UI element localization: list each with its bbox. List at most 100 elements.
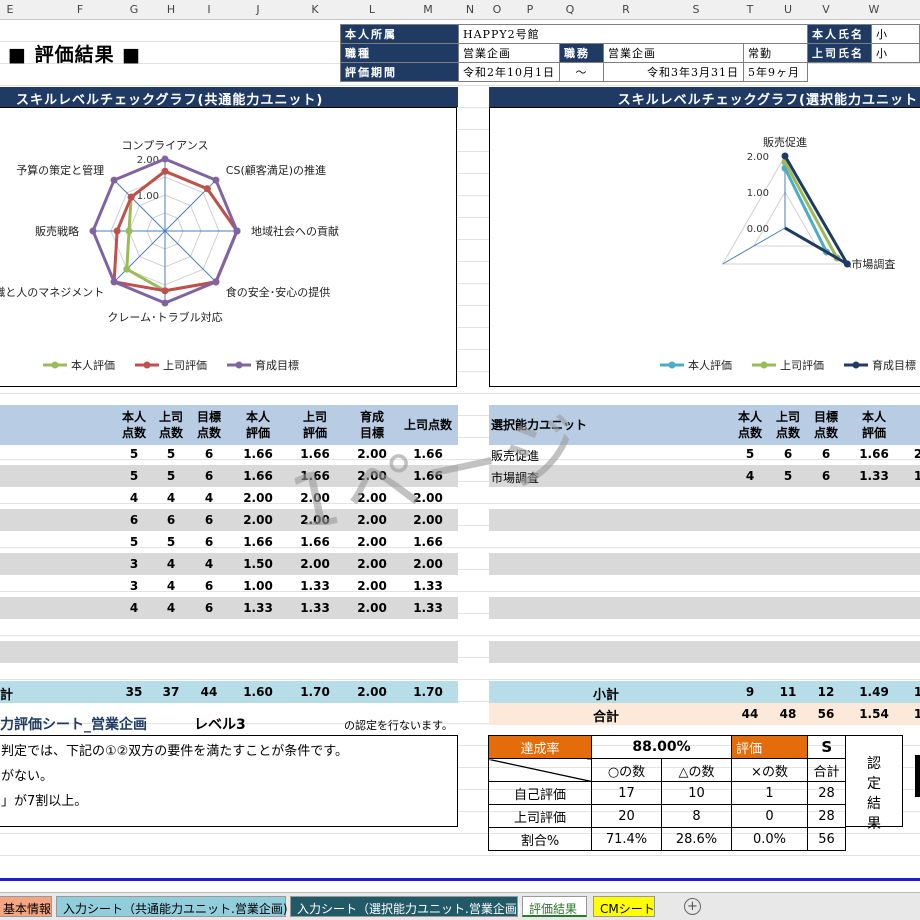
radar-series-point <box>161 299 169 307</box>
stat-col-triangle: △の数 <box>661 758 732 782</box>
table-cell: 2.00 <box>357 535 387 549</box>
legend-swatch-point <box>235 361 243 369</box>
radar-tick-label: 2.00 <box>747 152 769 163</box>
sheet-tab[interactable]: CMシート <box>593 896 655 917</box>
common-chart-header: スキルレベルチェックグラフ(共通能力ユニット) <box>0 87 458 108</box>
column-letter[interactable]: G <box>124 3 144 16</box>
radar-axis-label: CS(顧客満足)の推進 <box>226 163 326 177</box>
radar-axis-label: 販売戦略 <box>35 224 79 238</box>
legend-label: 本人評価 <box>71 358 115 372</box>
column-letter[interactable]: K <box>305 3 325 16</box>
radar-axis-label: コンプライアンス <box>121 139 208 152</box>
sheet-tab[interactable]: 基本情報 <box>0 896 52 917</box>
eval-value: S <box>807 735 846 759</box>
name-value[interactable]: 小 <box>871 24 920 44</box>
table-cell: 1.50 <box>243 557 273 571</box>
affiliation-value[interactable]: HAPPY2号館 <box>458 24 808 44</box>
column-letter[interactable]: O <box>487 3 507 16</box>
common-subtotal-row: 計 35 37 44 1.60 1.70 2.00 1.70 <box>0 681 458 703</box>
duty-value[interactable]: 営業企画 <box>603 43 744 63</box>
stat-cell: 17 <box>591 781 662 805</box>
table-cell: 1.33 <box>413 579 443 593</box>
radar-series-point <box>781 152 789 160</box>
radar-axis-label: 販売促進 <box>763 135 807 149</box>
boss-label: 上司氏名 <box>807 43 872 63</box>
column-letter[interactable]: E <box>0 3 20 16</box>
column-letter[interactable]: M <box>418 3 438 16</box>
radar-axis-label: 市場調査 <box>851 257 895 271</box>
column-letter[interactable]: W <box>864 3 884 16</box>
employment-value[interactable]: 常勤 <box>743 43 808 63</box>
column-letter[interactable]: H <box>161 3 181 16</box>
stat-cell: 0.0% <box>731 827 808 851</box>
sheet-tab[interactable]: 入力シート（共通能力ユニット.営業企画) <box>56 896 288 917</box>
column-letter[interactable]: I <box>199 3 219 16</box>
select-col-header: 目標 点数 <box>813 410 838 440</box>
radar-series-point <box>123 265 131 273</box>
column-letter[interactable]: N <box>460 3 480 16</box>
column-letter[interactable]: V <box>816 3 836 16</box>
column-letter[interactable]: R <box>616 3 636 16</box>
stat-cell: 1 <box>731 781 808 805</box>
radar-series-point <box>203 185 211 193</box>
column-letter[interactable]: T <box>740 3 760 16</box>
table-cell: 1.66 <box>859 447 889 461</box>
sheet-tab[interactable]: 入力シート（選択能力ユニット.営業企画) <box>290 896 522 917</box>
legend-label: 育成目標 <box>255 358 299 372</box>
column-letter[interactable]: J <box>248 3 268 16</box>
stat-cell: 28 <box>807 804 846 828</box>
sheet-tab[interactable]: 評価結果 <box>522 896 587 917</box>
column-letter[interactable]: Q <box>560 3 580 16</box>
stat-col-cross: ×の数 <box>731 758 808 782</box>
table-cell: 1.33 <box>300 601 330 615</box>
period-end[interactable]: 令和3年3月31日 <box>603 62 744 82</box>
cert-result-box: 認定結果 <box>845 735 903 832</box>
select-table-row <box>489 641 920 663</box>
stat-cell: 8 <box>661 804 732 828</box>
boss-value[interactable]: 小 <box>871 43 920 63</box>
diagonal-cell <box>488 758 592 782</box>
cert-sheet-name: 力評価シート_営業企画 <box>0 717 147 733</box>
column-letter[interactable]: L <box>362 3 382 16</box>
stat-row-label: 割合% <box>488 827 592 851</box>
table-cell: 4 <box>204 491 214 505</box>
radar-series-point <box>161 287 169 295</box>
total-cell: 2.00 <box>357 685 387 699</box>
radar-series-point <box>125 227 133 235</box>
common-radar-chart: 2.00 1.00 コンプライアンス CS(顧客満足)の推進 地域社会への貢献 食の安全･… <box>0 107 457 387</box>
table-cell: 6 <box>204 535 214 549</box>
horizontal-scroll-indicator <box>0 878 920 881</box>
table-cell: 1.66 <box>243 447 273 461</box>
legend-label: 上司評価 <box>780 358 824 372</box>
column-letter[interactable]: P <box>520 3 540 16</box>
legend-label: 上司評価 <box>163 358 207 372</box>
total-cell: 44 <box>200 685 218 699</box>
table-cell: 1 <box>913 469 920 483</box>
radar-series-point <box>110 278 118 286</box>
common-table-row <box>0 641 458 663</box>
period-start[interactable]: 令和2年10月1日 <box>458 62 560 82</box>
table-cell: 2.00 <box>413 557 443 571</box>
job-label: 職種 <box>340 43 459 63</box>
total-cell: 1.54 <box>859 707 889 721</box>
common-table-row: 4 4 6 1.33 1.33 2.00 1.33 <box>0 597 458 619</box>
stat-cell: 0 <box>731 804 808 828</box>
table-cell: 6 <box>204 469 214 483</box>
total-label: 小計 <box>593 688 620 703</box>
radar-axis-label: 食の安全･安心の提供 <box>226 285 331 299</box>
column-letter[interactable]: U <box>778 3 798 16</box>
column-letter[interactable]: S <box>686 3 706 16</box>
legend-swatch-point <box>668 361 676 369</box>
radar-series-point <box>212 278 220 286</box>
column-letter[interactable]: F <box>70 3 90 16</box>
job-value[interactable]: 営業企画 <box>458 43 560 63</box>
legend-label: 本人評価 <box>688 358 732 372</box>
radar-series-point <box>113 227 121 235</box>
stat-row-label: 自己評価 <box>488 781 592 805</box>
stat-row-self: 自己評価 17 10 1 28 <box>488 781 846 805</box>
table-cell: 6 <box>204 513 214 527</box>
radar-series-point <box>89 227 97 235</box>
table-cell: 1.66 <box>243 469 273 483</box>
add-sheet-icon[interactable]: + <box>684 898 701 915</box>
cert-condition-line-3: 」が7割以上。 <box>1 794 88 809</box>
